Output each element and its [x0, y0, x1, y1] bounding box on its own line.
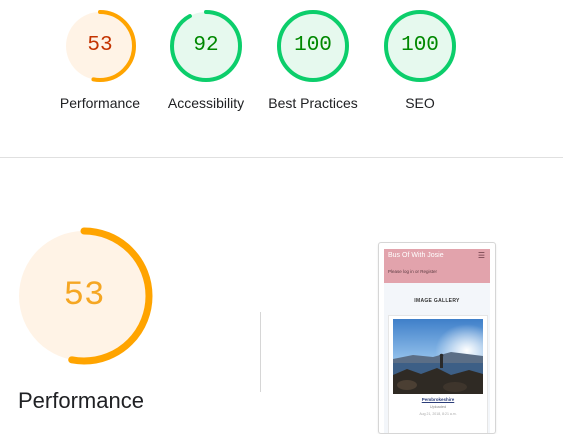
gauge-best-practices[interactable]: 100 Best Practices: [263, 8, 363, 114]
gauge-label: Performance: [59, 95, 141, 111]
final-screenshot: Bus Of With Josie ☰ Please log in or Reg…: [378, 242, 496, 434]
performance-gauge-large: 53: [14, 226, 154, 366]
gauge-score: 100: [401, 34, 439, 57]
gallery-card: Pembrokeshire Uploaded Aug 21, 2018, 8:2…: [388, 315, 488, 433]
site-content: IMAGE GALLERY Pembrokeshire Uploaded Aug…: [384, 283, 490, 433]
photo-title: Pembrokeshire: [421, 397, 455, 402]
gallery-photo: [393, 319, 483, 394]
photo-date: Aug 21, 2018, 8:21 a.m.: [419, 412, 457, 416]
performance-heading: Performance: [18, 388, 144, 413]
gauge-performance[interactable]: 53 Performance: [50, 8, 150, 114]
gauge-score: 92: [193, 34, 219, 57]
login-text: Please log in or Register: [388, 269, 438, 274]
site-header: Bus Of With Josie ☰ Please log in or Reg…: [384, 249, 490, 283]
gauge-accessibility[interactable]: 92 Accessibility: [156, 8, 256, 114]
category-gauges: 53 Performance 92 Accessibility 100 Best…: [0, 0, 563, 157]
vertical-separator: [260, 312, 261, 392]
section-divider: [0, 157, 563, 158]
gallery-title: IMAGE GALLERY: [414, 298, 460, 304]
performance-score-large: 53: [63, 277, 105, 315]
gauge-score: 100: [294, 34, 332, 57]
hamburger-icon: ☰: [477, 251, 485, 260]
gauge-score: 53: [87, 34, 113, 57]
photo-subtitle: Uploaded: [429, 405, 447, 409]
gauge-label: SEO: [405, 95, 435, 111]
gauge-label: Accessibility: [167, 95, 245, 111]
site-title: Bus Of With Josie: [388, 252, 444, 259]
gauge-label: Best Practices: [268, 95, 358, 111]
gauge-seo[interactable]: 100 SEO: [370, 8, 470, 114]
